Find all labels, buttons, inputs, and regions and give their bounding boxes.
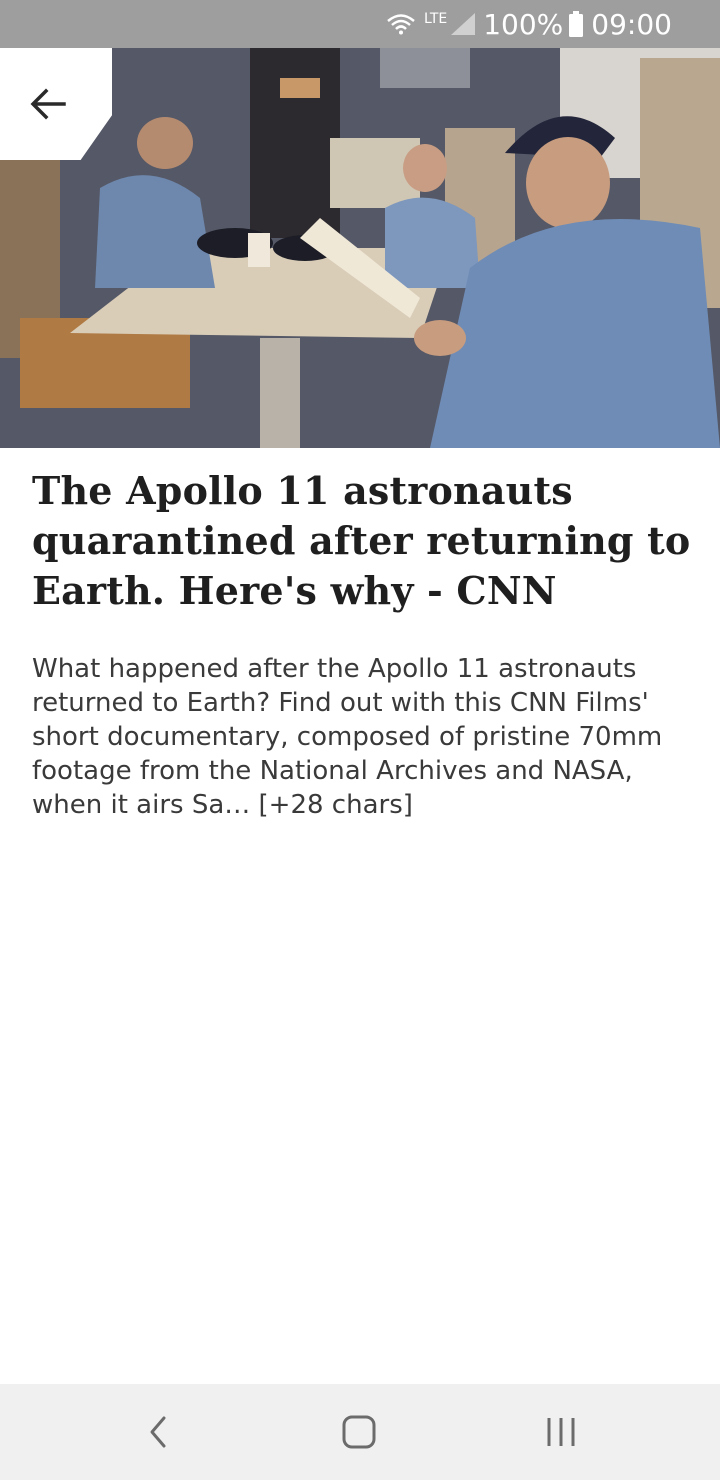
nav-recent-apps-button[interactable] [537,1408,585,1456]
article-content: The Apollo 11 astronauts quarantined aft… [32,466,692,822]
nav-back-icon [150,1416,166,1448]
network-type-label: LTE [423,11,448,27]
nav-back-button[interactable] [134,1408,182,1456]
battery-icon [569,11,584,37]
system-navigation-bar [0,1384,720,1480]
arrow-left-icon [30,88,66,120]
nav-home-button[interactable] [335,1408,383,1456]
status-bar: LTE 100% 09:00 [0,0,720,48]
article-description: What happened after the Apollo 11 astron… [32,654,663,820]
nav-recent-apps-icon [547,1418,575,1446]
nav-home-icon [342,1415,376,1449]
wifi-icon [387,14,415,35]
signal-icon [451,13,476,35]
battery-percentage: 100% [483,7,564,41]
article-title: The Apollo 11 astronauts quarantined aft… [32,468,691,613]
clock: 09:00 [591,7,672,41]
